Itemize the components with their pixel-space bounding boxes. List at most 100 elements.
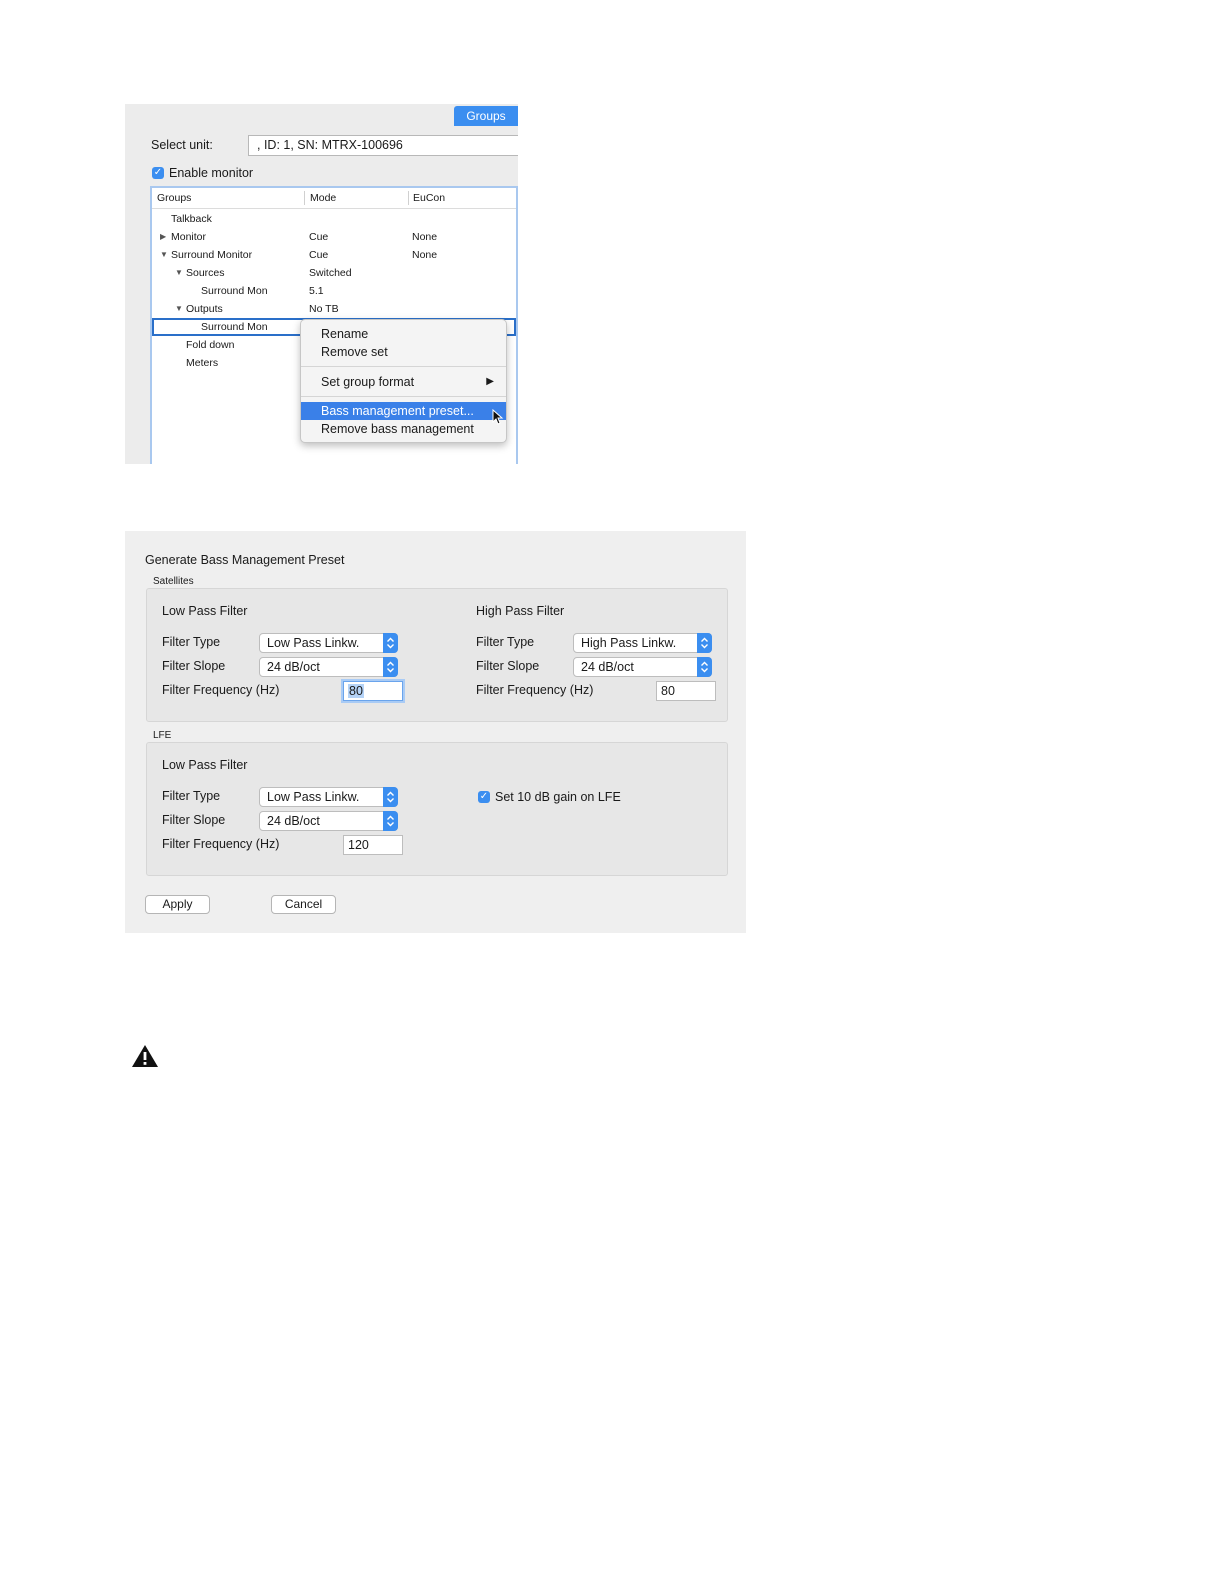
menu-item-remove-set[interactable]: Remove set (301, 343, 506, 361)
tree-row-sources[interactable]: ▼ Sources Switched (152, 264, 516, 282)
satellites-panel: Low Pass Filter Filter Type Low Pass Lin… (146, 588, 728, 722)
menu-item-label: Remove bass management (321, 422, 474, 436)
row-mode: Switched (309, 267, 352, 279)
row-label: Monitor (171, 231, 207, 243)
row-mode: 5.1 (309, 285, 324, 297)
sat-lpf-freq-input[interactable]: 80 (343, 681, 403, 701)
lfe-lpf-type-label: Filter Type (162, 789, 221, 803)
row-label: Fold down (186, 339, 235, 351)
tree-header: Groups Mode EuCon (152, 188, 516, 209)
sat-lpf-type-select[interactable]: Low Pass Linkw. (259, 633, 398, 653)
lfe-lpf-type-select[interactable]: Low Pass Linkw. (259, 787, 398, 807)
chevron-updown-icon (383, 633, 398, 653)
chevron-updown-icon (383, 657, 398, 677)
chevron-updown-icon (383, 811, 398, 831)
select-value: High Pass Linkw. (581, 636, 677, 650)
sat-hpf-type-select[interactable]: High Pass Linkw. (573, 633, 712, 653)
sat-hpf-type-label: Filter Type (476, 635, 535, 649)
row-mode: Cue (309, 249, 329, 261)
column-header-groups[interactable]: Groups (157, 192, 191, 204)
lfe-section-label: LFE (153, 730, 172, 741)
sat-lpf-type-label: Filter Type (162, 635, 221, 649)
chevron-updown-icon (383, 787, 398, 807)
sat-lpf-heading: Low Pass Filter (162, 604, 248, 618)
sat-lpf-slope-select[interactable]: 24 dB/oct (259, 657, 398, 677)
checkmark-icon: ✓ (152, 167, 164, 179)
row-label: Surround Monitor (171, 249, 253, 261)
context-menu: Rename Remove set Set group format ▶ Bas… (300, 319, 507, 443)
menu-item-set-group-format[interactable]: Set group format ▶ (301, 373, 506, 391)
lfe-lpf-freq-input[interactable]: 120 (343, 835, 403, 855)
lfe-lpf-freq-label: Filter Frequency (Hz) (162, 837, 280, 851)
tab-groups[interactable]: Groups (454, 106, 518, 126)
column-divider (304, 191, 305, 205)
menu-item-bass-management-preset[interactable]: Bass management preset... (301, 402, 506, 420)
row-label: Surround Mon (201, 285, 268, 297)
select-value: 24 dB/oct (581, 660, 634, 674)
cancel-button[interactable]: Cancel (271, 895, 336, 914)
sat-hpf-freq-label: Filter Frequency (Hz) (476, 683, 594, 697)
warning-icon (132, 1045, 158, 1067)
menu-separator (301, 366, 506, 367)
menu-item-label: Set group format (321, 375, 415, 389)
row-mode: Cue (309, 231, 329, 243)
lfe-lpf-heading: Low Pass Filter (162, 758, 248, 772)
sat-hpf-freq-input[interactable]: 80 (656, 681, 716, 701)
disclosure-right-icon[interactable]: ▶ (160, 232, 166, 241)
column-header-mode[interactable]: Mode (310, 192, 336, 204)
sat-hpf-slope-select[interactable]: 24 dB/oct (573, 657, 712, 677)
row-mode: No TB (309, 303, 339, 315)
dialog-title: Generate Bass Management Preset (145, 553, 345, 567)
input-value: 120 (348, 838, 369, 852)
input-value: 80 (348, 684, 364, 698)
select-value: 24 dB/oct (267, 660, 320, 674)
row-label: Surround Mon (201, 321, 268, 333)
disclosure-down-icon[interactable]: ▼ (160, 250, 168, 259)
mouse-cursor-icon (492, 409, 504, 425)
menu-item-label: Bass management preset... (321, 404, 474, 418)
column-header-eucon[interactable]: EuCon (413, 192, 445, 204)
checkmark-icon: ✓ (478, 791, 490, 803)
select-value: Low Pass Linkw. (267, 636, 360, 650)
submenu-arrow-icon: ▶ (486, 376, 494, 387)
menu-item-remove-bass-management[interactable]: Remove bass management (301, 420, 506, 438)
sat-hpf-slope-label: Filter Slope (476, 659, 540, 673)
sat-lpf-slope-label: Filter Slope (162, 659, 226, 673)
sat-lpf-freq-label: Filter Frequency (Hz) (162, 683, 280, 697)
menu-separator (301, 396, 506, 397)
tree-row-monitor[interactable]: ▶ Monitor Cue None (152, 228, 516, 246)
tree-row-outputs[interactable]: ▼ Outputs No TB (152, 300, 516, 318)
disclosure-down-icon[interactable]: ▼ (175, 304, 183, 313)
row-label: Talkback (171, 213, 212, 225)
satellites-section-label: Satellites (153, 576, 194, 587)
chevron-updown-icon (697, 657, 712, 677)
disclosure-down-icon[interactable]: ▼ (175, 268, 183, 277)
enable-monitor-checkbox[interactable]: ✓ Enable monitor (152, 166, 253, 180)
menu-item-label: Remove set (321, 345, 388, 359)
lfe-gain-label: Set 10 dB gain on LFE (495, 790, 621, 804)
apply-button[interactable]: Apply (145, 895, 210, 914)
groups-window: Groups Select unit: , ID: 1, SN: MTRX-10… (125, 104, 518, 464)
select-unit-field[interactable]: , ID: 1, SN: MTRX-100696 (248, 135, 518, 156)
select-unit-label: Select unit: (151, 138, 213, 152)
lfe-lpf-slope-select[interactable]: 24 dB/oct (259, 811, 398, 831)
menu-item-rename[interactable]: Rename (301, 325, 506, 343)
enable-monitor-label: Enable monitor (169, 166, 254, 180)
tree-row-sources-surround-mon[interactable]: Surround Mon 5.1 (152, 282, 516, 300)
row-eucon: None (412, 249, 438, 261)
column-divider (408, 191, 409, 205)
row-label: Sources (186, 267, 225, 279)
row-label: Meters (186, 357, 219, 369)
menu-item-label: Rename (321, 327, 369, 341)
lfe-lpf-slope-label: Filter Slope (162, 813, 226, 827)
row-eucon: None (412, 231, 438, 243)
sat-hpf-heading: High Pass Filter (476, 604, 565, 618)
select-value: Low Pass Linkw. (267, 790, 360, 804)
tree-row-surround-monitor[interactable]: ▼ Surround Monitor Cue None (152, 246, 516, 264)
row-label: Outputs (186, 303, 223, 315)
tree-row-talkback[interactable]: Talkback (152, 210, 516, 228)
input-value: 80 (661, 684, 675, 698)
select-value: 24 dB/oct (267, 814, 320, 828)
lfe-panel: Low Pass Filter Filter Type Low Pass Lin… (146, 742, 728, 876)
lfe-gain-checkbox[interactable]: ✓ Set 10 dB gain on LFE (478, 790, 621, 804)
